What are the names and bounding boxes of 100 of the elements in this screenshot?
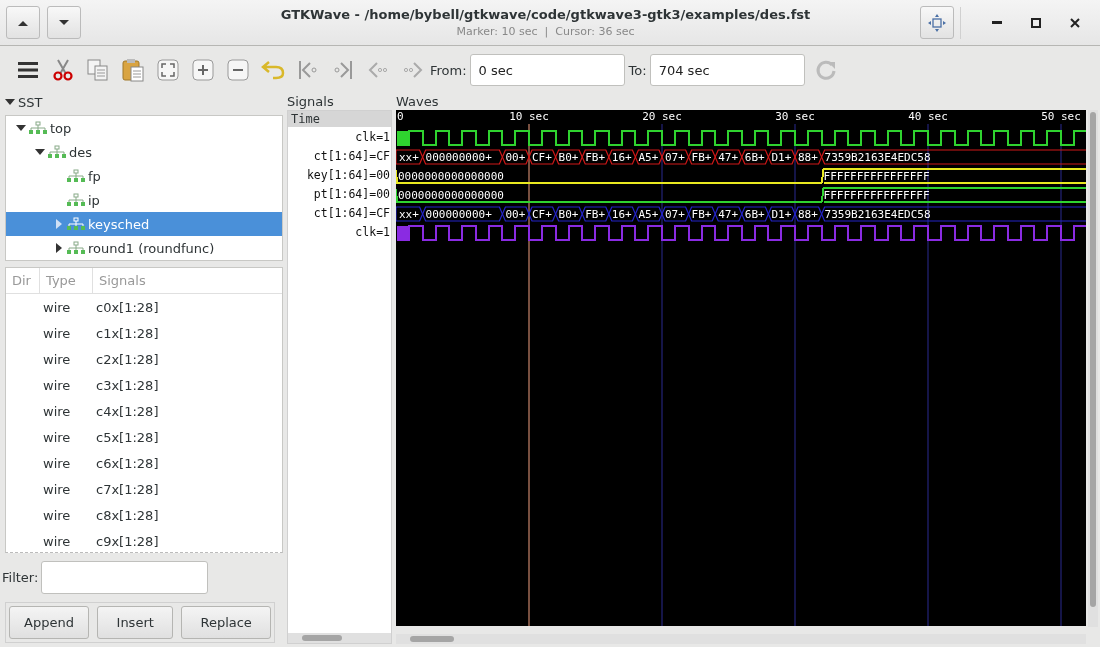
scroll-up-button[interactable] bbox=[6, 6, 40, 39]
bus-value: 7359B2163E4EDC58 bbox=[824, 208, 931, 221]
bus-value: FB+ bbox=[691, 151, 712, 164]
bus-value: 88+ bbox=[798, 208, 818, 221]
time-tick-label: 30 sec bbox=[775, 110, 815, 123]
bus-value: CF+ bbox=[532, 151, 552, 164]
expander-icon[interactable] bbox=[5, 98, 15, 106]
tree-label: keysched bbox=[88, 216, 150, 232]
signal-cell: c4x[1:28] bbox=[96, 403, 159, 419]
to-field[interactable]: 704 sec bbox=[649, 54, 805, 86]
bus-value: 16+ bbox=[611, 208, 632, 221]
signal-cell: c3x[1:28] bbox=[96, 377, 159, 393]
tree-item[interactable]: round1 (roundfunc) bbox=[6, 236, 282, 260]
expander-icon[interactable] bbox=[16, 124, 26, 132]
tree-label: fp bbox=[88, 168, 101, 184]
bus-value: D1+ bbox=[771, 151, 792, 164]
signal-cell: c0x[1:28] bbox=[96, 299, 159, 315]
tree-label: des bbox=[69, 144, 93, 160]
signal-row[interactable]: clk=1 bbox=[288, 127, 391, 146]
expander-icon[interactable] bbox=[55, 243, 63, 253]
horizontal-scrollbar[interactable] bbox=[396, 634, 1086, 644]
type-cell-text: wire bbox=[43, 533, 72, 549]
bus-value: FB+ bbox=[585, 208, 606, 221]
down-arrow-icon bbox=[58, 18, 70, 27]
hierarchy-icon bbox=[66, 217, 86, 231]
tree-item[interactable]: des bbox=[6, 140, 282, 164]
to-label: To: bbox=[628, 62, 647, 78]
zoom-out-icon bbox=[226, 59, 249, 81]
from-label: From: bbox=[430, 62, 467, 78]
bus-value: FB+ bbox=[691, 208, 712, 221]
move-button[interactable] bbox=[920, 6, 954, 39]
sst-title: SST bbox=[18, 94, 43, 110]
type-cell-text: wire bbox=[43, 299, 72, 315]
signal-row[interactable]: clk=1 bbox=[288, 222, 391, 241]
waves-pane-title: Waves bbox=[396, 94, 440, 110]
hierarchy-icon bbox=[66, 193, 86, 207]
minimize-icon bbox=[991, 21, 1002, 24]
bus-value: FB+ bbox=[585, 151, 606, 164]
signal-cell: c8x[1:28] bbox=[96, 507, 159, 523]
signal-row[interactable]: pt[1:64]=00 bbox=[288, 184, 391, 203]
tree-label: round1 (roundfunc) bbox=[88, 240, 215, 256]
action-button[interactable]: Append bbox=[9, 606, 90, 639]
signal-row[interactable]: ct[1:64]=CF bbox=[288, 146, 391, 165]
type-cell-text: wire bbox=[43, 325, 72, 341]
bus-value: 07+ bbox=[665, 208, 685, 221]
bus-value: 47+ bbox=[718, 208, 739, 221]
tree-label: top bbox=[50, 120, 72, 136]
bus-value: D1+ bbox=[771, 208, 792, 221]
time-tick-label: 50 sec bbox=[1041, 110, 1081, 123]
horizontal-scrollbar[interactable] bbox=[288, 633, 391, 643]
time-header: Time bbox=[288, 111, 391, 127]
tree-item[interactable]: fp bbox=[6, 164, 282, 188]
reload-icon bbox=[815, 59, 838, 81]
type-cell-text: wire bbox=[43, 351, 72, 367]
signal-row[interactable]: ct[1:64]=CF bbox=[288, 203, 391, 222]
bus-value: A5+ bbox=[638, 151, 659, 164]
tree-item[interactable]: ip bbox=[6, 188, 282, 212]
menu-icon bbox=[17, 61, 38, 79]
hierarchy-icon bbox=[47, 145, 67, 159]
window-subtitle: Marker: 10 sec | Cursor: 36 sec bbox=[456, 25, 635, 38]
signal-cell: c7x[1:28] bbox=[96, 481, 159, 497]
signal-cell: c2x[1:28] bbox=[96, 351, 159, 367]
bus-value: 0000000000000000 bbox=[398, 170, 504, 183]
bus-value: B0+ bbox=[558, 151, 579, 164]
filter-field[interactable] bbox=[41, 561, 209, 594]
bus-value: 47+ bbox=[718, 151, 739, 164]
hierarchy-icon bbox=[66, 241, 86, 255]
signal-cell: c9x[1:28] bbox=[96, 533, 159, 549]
maximize-icon bbox=[1029, 16, 1042, 29]
scissors-icon bbox=[52, 59, 73, 81]
waveform-view[interactable] bbox=[396, 110, 1086, 626]
bus-value: FFFFFFFFFFFFFFFF bbox=[823, 189, 930, 202]
bus-value: xx+ bbox=[399, 151, 419, 164]
bus-value: 6B+ bbox=[744, 208, 765, 221]
scroll-down-button[interactable] bbox=[47, 6, 81, 39]
bus-value: 16+ bbox=[611, 151, 632, 164]
hierarchy-icon bbox=[66, 169, 86, 183]
zoom-in-icon bbox=[191, 59, 214, 81]
action-button[interactable]: Insert bbox=[97, 606, 174, 639]
type-cell-text: wire bbox=[43, 455, 72, 471]
expander-icon[interactable] bbox=[35, 148, 45, 156]
vertical-scrollbar[interactable] bbox=[1088, 110, 1098, 627]
bus-value: CF+ bbox=[532, 208, 552, 221]
bus-value: 88+ bbox=[798, 151, 818, 164]
from-field[interactable]: 0 sec bbox=[469, 54, 625, 86]
bus-value: xx+ bbox=[399, 208, 419, 221]
signals-pane-title: Signals bbox=[287, 94, 335, 110]
bus-value: B0+ bbox=[558, 208, 579, 221]
bus-value: 00+ bbox=[505, 208, 526, 221]
filter-label: Filter: bbox=[2, 570, 39, 585]
bus-value: FFFFFFFFFFFFFFFF bbox=[823, 170, 930, 183]
time-tick-label: 10 sec bbox=[509, 110, 549, 123]
tree-item[interactable]: top bbox=[6, 116, 282, 140]
bus-value: A5+ bbox=[638, 208, 659, 221]
type-cell-text: wire bbox=[43, 377, 72, 393]
time-tick-label: 20 sec bbox=[642, 110, 682, 123]
type-cell-text: wire bbox=[43, 481, 72, 497]
action-button[interactable]: Replace bbox=[181, 606, 271, 639]
bus-value: 7359B2163E4EDC58 bbox=[824, 151, 931, 164]
signal-row[interactable]: key[1:64]=00 bbox=[288, 165, 391, 184]
